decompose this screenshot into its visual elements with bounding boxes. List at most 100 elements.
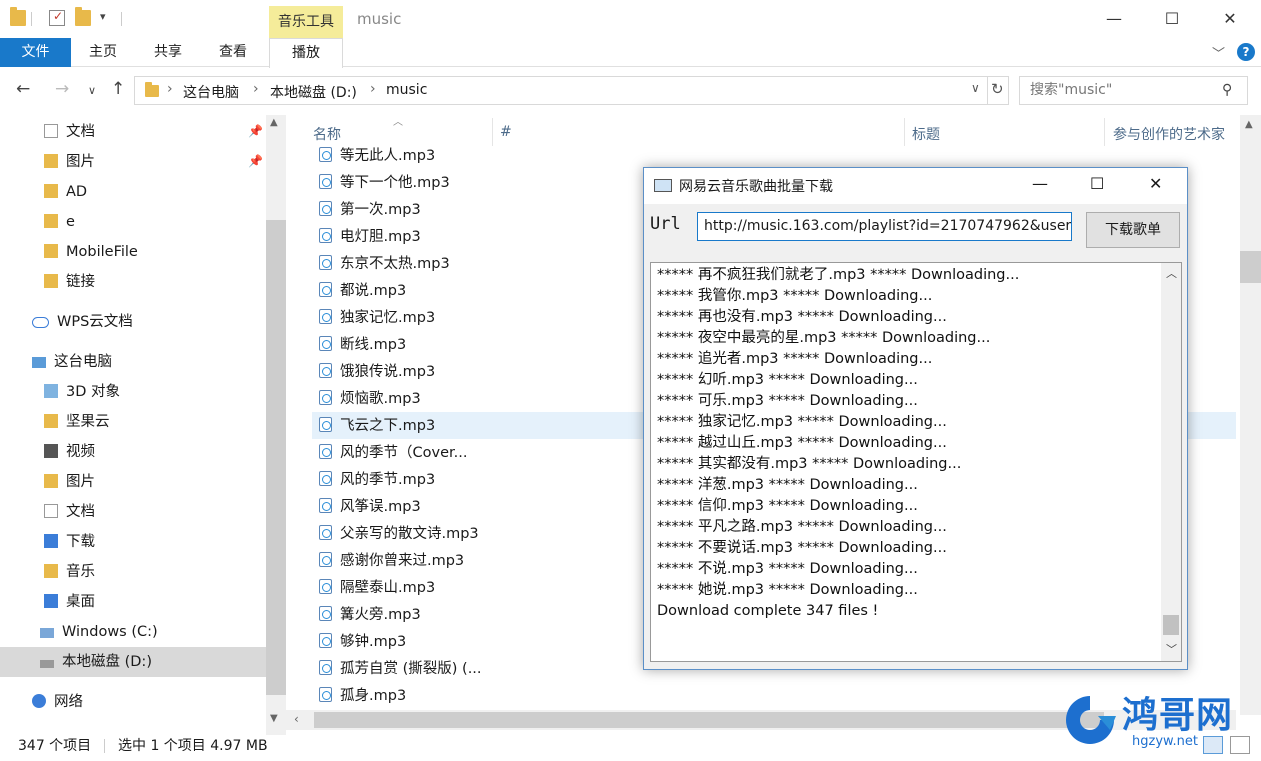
file-row[interactable]: 够钟.mp3: [312, 629, 642, 656]
scroll-down-icon[interactable]: ▼: [270, 713, 278, 724]
scroll-thumb[interactable]: [314, 712, 1104, 728]
tab-play[interactable]: 播放: [269, 38, 343, 68]
nav-item-documents-2[interactable]: 文档: [44, 497, 95, 527]
tab-home[interactable]: 主页: [78, 38, 128, 67]
help-icon[interactable]: ?: [1237, 43, 1255, 61]
file-row[interactable]: 风的季节.mp3: [312, 467, 642, 494]
scroll-left-icon[interactable]: ‹: [294, 712, 299, 726]
minimize-button[interactable]: —: [1085, 0, 1143, 38]
file-row[interactable]: 风的季节（Cover...: [312, 440, 642, 467]
file-row[interactable]: 饿狼传说.mp3: [312, 359, 642, 386]
folder-icon: [44, 184, 58, 198]
expand-ribbon-icon[interactable]: ﹀: [1212, 43, 1225, 62]
dialog-title-bar[interactable]: 网易云音乐歌曲批量下载 — ☐ ✕: [644, 168, 1187, 204]
scroll-up-icon[interactable]: ︿: [1166, 265, 1177, 281]
file-row[interactable]: 等无此人.mp3: [312, 143, 642, 170]
file-name: 独家记忆.mp3: [340, 310, 436, 326]
nav-item-drive-c[interactable]: Windows (C:): [40, 617, 158, 647]
nav-item-jianguoyun[interactable]: 坚果云: [44, 407, 110, 437]
file-row[interactable]: 孤芳自赏 (撕裂版) (...: [312, 656, 642, 683]
scroll-thumb[interactable]: [1163, 615, 1179, 635]
file-row[interactable]: 感谢你曾来过.mp3: [312, 548, 642, 575]
nav-item-downloads[interactable]: 下载: [44, 527, 95, 557]
nav-item-pictures[interactable]: 图片: [44, 147, 95, 177]
dialog-close-button[interactable]: ✕: [1149, 174, 1162, 193]
log-line: ***** 追光者.mp3 ***** Downloading...: [657, 351, 933, 367]
properties-icon[interactable]: ✓: [49, 9, 65, 26]
nav-item-e[interactable]: e: [44, 207, 75, 237]
file-row[interactable]: 烦恼歌.mp3: [312, 386, 642, 413]
window-title: music: [357, 10, 402, 28]
nav-scrollbar[interactable]: ▲ ▼: [266, 115, 286, 735]
nav-item-wps-cloud[interactable]: WPS云文档: [32, 307, 133, 337]
new-folder-icon[interactable]: [75, 7, 91, 26]
file-row-selected[interactable]: 飞云之下.mp3: [312, 413, 642, 440]
log-line: ***** 信仰.mp3 ***** Downloading...: [657, 498, 918, 514]
tab-share[interactable]: 共享: [143, 38, 193, 67]
nav-item-ad[interactable]: AD: [44, 177, 87, 207]
file-row[interactable]: 等下一个他.mp3: [312, 170, 642, 197]
column-title[interactable]: 标题: [912, 124, 940, 144]
file-row[interactable]: 电灯胆.mp3: [312, 224, 642, 251]
nav-item-network[interactable]: 网络: [32, 687, 83, 717]
drive-icon: [40, 660, 54, 668]
maximize-button[interactable]: ☐: [1143, 0, 1201, 38]
nav-item-pictures-2[interactable]: 图片: [44, 467, 95, 497]
file-row[interactable]: 断线.mp3: [312, 332, 642, 359]
breadcrumb-music[interactable]: music: [386, 82, 427, 98]
download-playlist-button[interactable]: 下载歌单: [1086, 212, 1180, 248]
nav-item-mobilefile[interactable]: MobileFile: [44, 237, 138, 267]
up-icon[interactable]: ↑: [111, 79, 125, 99]
nav-item-desktop[interactable]: 桌面: [44, 587, 95, 617]
forward-icon[interactable]: →: [55, 79, 69, 99]
dialog-maximize-button[interactable]: ☐: [1090, 174, 1104, 193]
scroll-up-icon[interactable]: ▲: [1245, 119, 1253, 130]
scroll-up-icon[interactable]: ▲: [270, 117, 278, 128]
refresh-icon[interactable]: ↻: [991, 80, 1004, 98]
recent-locations-icon[interactable]: ∨: [88, 84, 96, 97]
scroll-thumb[interactable]: [266, 220, 286, 695]
nav-item-documents[interactable]: 文档: [44, 117, 95, 147]
close-button[interactable]: ✕: [1201, 0, 1259, 38]
tab-view[interactable]: 查看: [208, 38, 258, 67]
back-icon[interactable]: ←: [16, 79, 30, 99]
url-input[interactable]: http://music.163.com/playlist?id=2170747…: [697, 212, 1072, 241]
file-row[interactable]: 都说.mp3: [312, 278, 642, 305]
address-bar[interactable]: › 这台电脑 › 本地磁盘 (D:) › music ∨ ↻: [134, 76, 1009, 105]
nav-item-drive-d[interactable]: 本地磁盘 (D:): [40, 647, 152, 677]
audio-file-icon: [319, 174, 332, 189]
scroll-thumb[interactable]: [1240, 251, 1261, 283]
log-scrollbar[interactable]: ︿ ﹀: [1161, 263, 1181, 661]
file-row[interactable]: 独家记忆.mp3: [312, 305, 642, 332]
file-list-vscrollbar[interactable]: ▲: [1240, 115, 1261, 715]
nav-item-videos[interactable]: 视频: [44, 437, 95, 467]
file-row[interactable]: 第一次.mp3: [312, 197, 642, 224]
nav-item-3d-objects[interactable]: 3D 对象: [44, 377, 120, 407]
breadcrumb-disk-d[interactable]: 本地磁盘 (D:): [270, 82, 357, 102]
nav-item-music[interactable]: 音乐: [44, 557, 95, 587]
tab-file[interactable]: 文件: [0, 38, 71, 67]
search-input[interactable]: 搜索"music": [1019, 76, 1248, 105]
log-line: ***** 越过山丘.mp3 ***** Downloading...: [657, 435, 947, 451]
file-row[interactable]: 篝火旁.mp3: [312, 602, 642, 629]
log-line: ***** 她说.mp3 ***** Downloading...: [657, 582, 918, 598]
column-number[interactable]: #: [500, 124, 512, 140]
file-row[interactable]: 孤身.mp3: [312, 683, 642, 710]
breadcrumb-this-pc[interactable]: 这台电脑: [183, 82, 239, 102]
chevron-right-icon: ›: [253, 81, 259, 97]
download-log[interactable]: ***** 再不疯狂我们就老了.mp3 ***** Downloading...…: [650, 262, 1182, 662]
audio-file-icon: [319, 336, 332, 351]
file-row[interactable]: 东京不太热.mp3: [312, 251, 642, 278]
scroll-down-icon[interactable]: ﹀: [1166, 641, 1177, 657]
file-row[interactable]: 风筝误.mp3: [312, 494, 642, 521]
customize-toolbar-icon[interactable]: ▾: [100, 10, 106, 23]
dialog-minimize-button[interactable]: —: [1032, 174, 1048, 193]
file-row[interactable]: 父亲写的散文诗.mp3: [312, 521, 642, 548]
nav-item-links[interactable]: 链接: [44, 267, 95, 297]
nav-item-this-pc[interactable]: 这台电脑: [32, 347, 112, 377]
search-icon[interactable]: ⚲: [1222, 82, 1232, 98]
column-name[interactable]: 名称: [313, 124, 341, 144]
column-artists[interactable]: 参与创作的艺术家: [1113, 124, 1225, 144]
file-row[interactable]: 隔壁泰山.mp3: [312, 575, 642, 602]
dropdown-icon[interactable]: ∨: [971, 81, 980, 95]
